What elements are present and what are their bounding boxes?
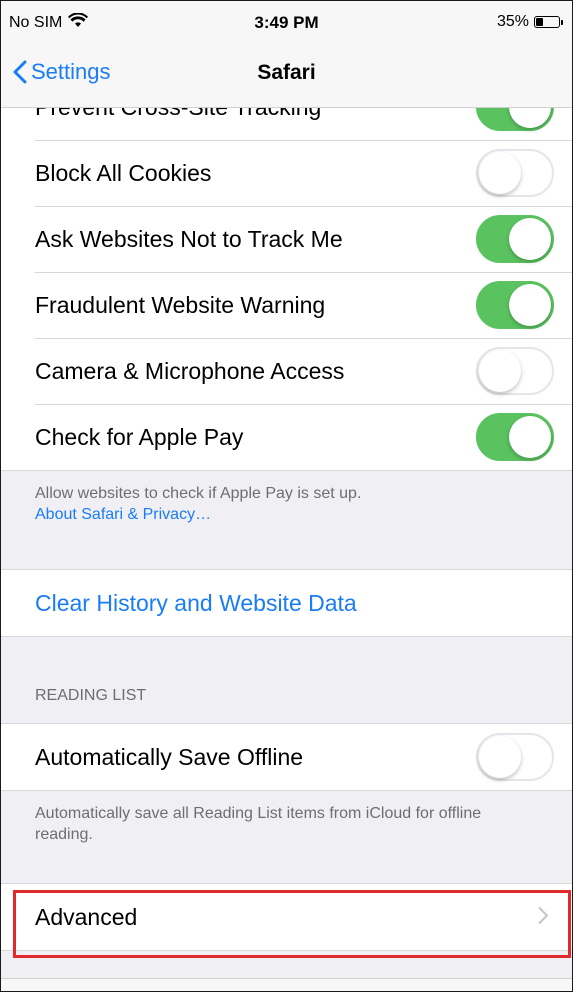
chevron-right-icon bbox=[538, 904, 549, 931]
apple-pay-note-text: Allow websites to check if Apple Pay is … bbox=[35, 485, 362, 502]
reading-list-note: Automatically save all Reading List item… bbox=[35, 805, 482, 843]
status-right: 35% bbox=[496, 13, 563, 31]
advanced-row[interactable]: Advanced bbox=[1, 884, 572, 950]
battery-percent: 35% bbox=[496, 13, 529, 30]
camera-mic-toggle[interactable] bbox=[476, 347, 554, 395]
toggle-knob bbox=[479, 350, 521, 392]
toggle-row: Check for Apple Pay bbox=[1, 404, 572, 470]
status-time: 3:49 PM bbox=[254, 13, 319, 32]
settings-content: Prevent Cross-Site Tracking Block All Co… bbox=[1, 71, 572, 951]
nav-bar: Settings Safari bbox=[1, 45, 572, 108]
toggle-row: Automatically Save Offline bbox=[1, 724, 572, 790]
toggle-knob bbox=[509, 218, 551, 260]
battery-icon bbox=[534, 16, 563, 28]
about-safari-privacy-link[interactable]: About Safari & Privacy… bbox=[35, 504, 538, 525]
save-offline-toggle[interactable] bbox=[476, 733, 554, 781]
clear-history-button[interactable]: Clear History and Website Data bbox=[1, 570, 572, 636]
battery-fill bbox=[536, 18, 543, 26]
clear-history-group: Clear History and Website Data bbox=[1, 569, 572, 637]
advanced-group: Advanced bbox=[1, 883, 572, 951]
battery-nub bbox=[561, 20, 563, 25]
screen: Prevent Cross-Site Tracking Block All Co… bbox=[0, 0, 573, 992]
toggle-row: Camera & Microphone Access bbox=[1, 338, 572, 404]
advanced-label: Advanced bbox=[35, 903, 138, 930]
bottom-bar bbox=[1, 978, 572, 991]
do-not-track-toggle[interactable] bbox=[476, 215, 554, 263]
toggle-row: Ask Websites Not to Track Me bbox=[1, 206, 572, 272]
toggle-knob bbox=[509, 416, 551, 458]
clear-history-label: Clear History and Website Data bbox=[35, 589, 357, 616]
apple-pay-toggle[interactable] bbox=[476, 413, 554, 461]
toggle-row: Block All Cookies bbox=[1, 140, 572, 206]
block-cookies-toggle[interactable] bbox=[476, 149, 554, 197]
reading-list-header: READING LIST bbox=[35, 687, 147, 704]
page-title: Safari bbox=[257, 61, 316, 84]
toggle-knob bbox=[509, 284, 551, 326]
apple-pay-note: Allow websites to check if Apple Pay is … bbox=[1, 471, 572, 543]
toggle-row: Fraudulent Website Warning bbox=[1, 272, 572, 338]
privacy-group: Prevent Cross-Site Tracking Block All Co… bbox=[1, 73, 572, 471]
status-bar: No SIM 3:49 PM 35% bbox=[1, 1, 572, 45]
toggle-knob bbox=[479, 152, 521, 194]
reading-list-group: Automatically Save Offline bbox=[1, 723, 572, 791]
fraud-warning-toggle[interactable] bbox=[476, 281, 554, 329]
toggle-knob bbox=[479, 736, 521, 778]
